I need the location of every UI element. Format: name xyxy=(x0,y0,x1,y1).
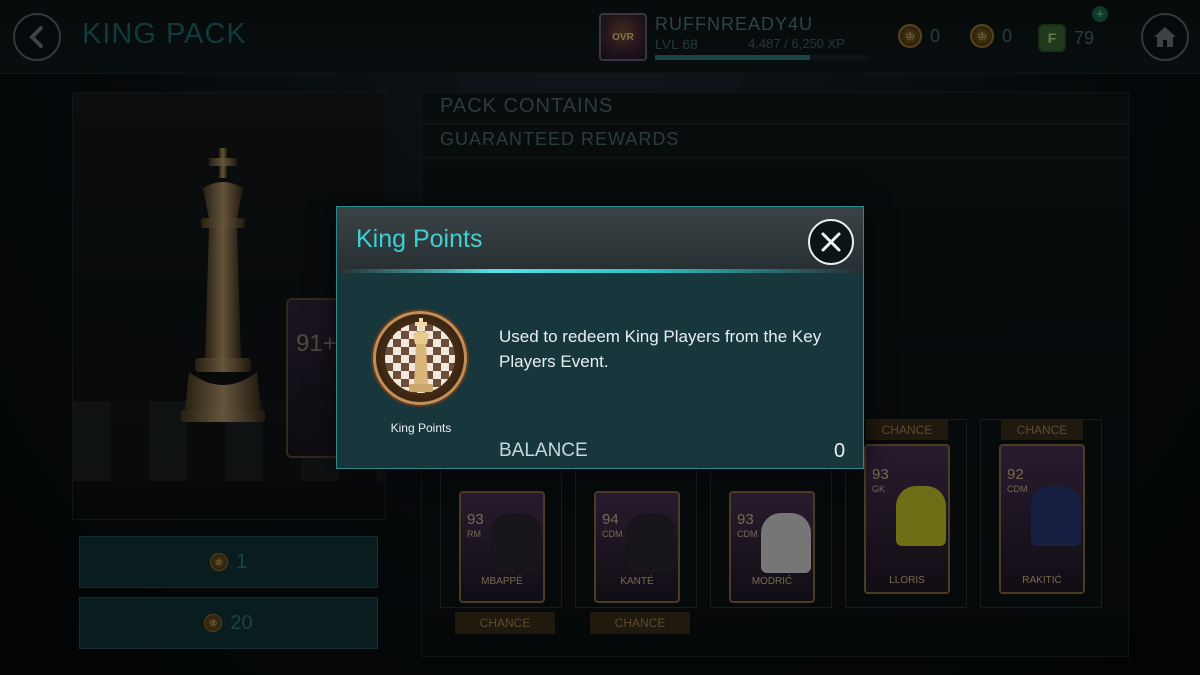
dialog-description: Used to redeem King Players from the Key… xyxy=(499,327,822,371)
dialog-title: King Points xyxy=(356,225,483,253)
king-points-medal-icon xyxy=(373,311,467,405)
close-button[interactable] xyxy=(808,219,854,265)
close-icon xyxy=(821,232,841,252)
king-chess-piece-icon xyxy=(409,318,433,392)
balance-value: 0 xyxy=(834,440,846,462)
king-points-dialog: King Points King Points Used to redeem K… xyxy=(336,206,864,469)
medal-caption: King Points xyxy=(390,421,452,435)
header-glow-divider xyxy=(337,269,863,273)
balance-label: BALANCE xyxy=(499,440,588,461)
dialog-header: King Points xyxy=(337,207,863,273)
